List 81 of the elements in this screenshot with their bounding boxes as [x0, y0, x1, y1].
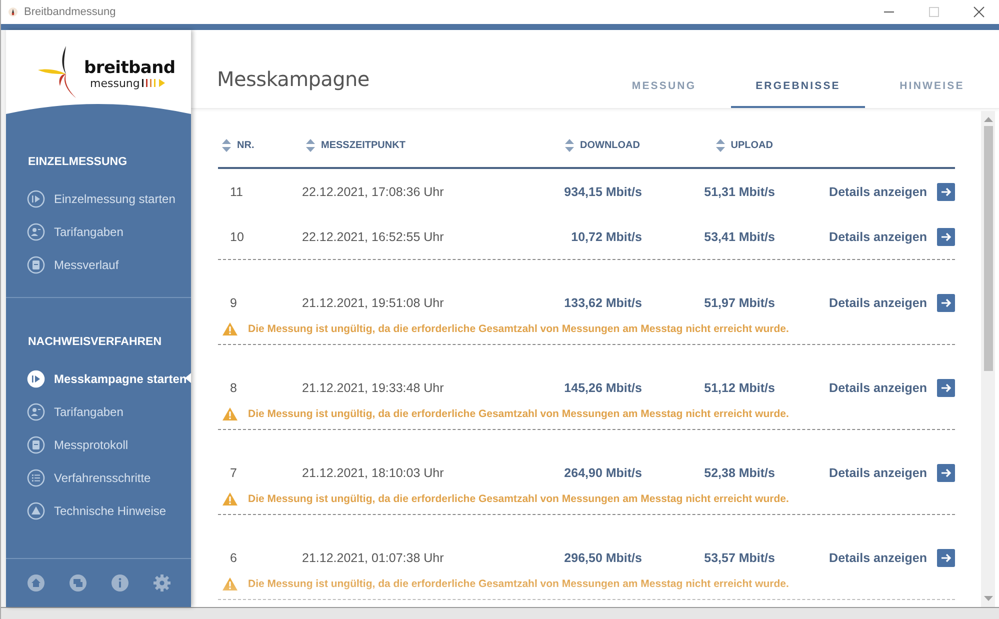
- column-header[interactable]: MESSZEITPUNKT: [321, 140, 406, 150]
- scrollbar[interactable]: [981, 111, 995, 607]
- signal-bars-icon: [142, 78, 166, 88]
- user-icon: [27, 222, 45, 240]
- table-cell-text: 21.12.2021, 01:07:38 Uhr: [302, 551, 445, 565]
- column-header[interactable]: DOWNLOAD: [580, 140, 640, 150]
- warning-icon: [222, 577, 238, 591]
- table-cell-text: 51,31 Mbit/s: [703, 184, 775, 198]
- sort-icon[interactable]: [306, 138, 315, 152]
- details-button[interactable]: Details anzeigen: [829, 464, 955, 482]
- nav-item[interactable]: Technische Hinweise: [6, 494, 191, 527]
- chat-icon[interactable]: [69, 574, 87, 592]
- table-cell-text: 22.12.2021, 17:08:36 Uhr: [302, 184, 445, 198]
- maximize-icon[interactable]: [928, 6, 940, 18]
- warning-icon: [222, 492, 238, 506]
- nav-item[interactable]: Tarifangaben: [6, 395, 191, 428]
- table-cell-text: 11: [229, 184, 244, 198]
- tab[interactable]: ERGEBNISSE: [731, 80, 865, 108]
- table-cell-text: 21.12.2021, 19:33:48 Uhr: [302, 381, 445, 395]
- column-header[interactable]: UPLOAD: [730, 140, 773, 150]
- details-button[interactable]: Details anzeigen: [829, 549, 955, 567]
- table-cell-text: 51,97 Mbit/s: [703, 296, 775, 310]
- table-cell-text: 51,12 Mbit/s: [703, 381, 775, 395]
- warning-message: Die Messung ist ungültig, da die erforderliche Gesamtzahl von Messungen am Messtag nicht erreicht wurde.: [248, 323, 789, 335]
- table-cell-text: 10,72 Mbit/s: [570, 230, 642, 244]
- section-heading: NACHWEISVERFAHREN: [28, 336, 162, 348]
- section-heading: EINZELMESSUNG: [28, 156, 128, 168]
- column-header[interactable]: NR.: [237, 140, 254, 150]
- table-cell-text: 22.12.2021, 16:52:55 Uhr: [302, 230, 445, 244]
- sort-icon[interactable]: [222, 138, 231, 152]
- table-cell-text: 934,15 Mbit/s: [563, 184, 642, 198]
- warning-message: Die Messung ist ungültig, da die erforderliche Gesamtzahl von Messungen am Messtag nicht erreicht wurde.: [248, 408, 789, 420]
- document-icon: [27, 256, 45, 274]
- warning-message: Die Messung ist ungültig, da die erforderliche Gesamtzahl von Messungen am Messtag nicht erreicht wurde.: [248, 493, 789, 505]
- table-cell-text: 53,41 Mbit/s: [703, 230, 775, 244]
- table-cell-text: 21.12.2021, 19:51:08 Uhr: [302, 296, 445, 310]
- scroll-down-icon[interactable]: [984, 596, 992, 602]
- table-cell-text: 10: [229, 230, 245, 244]
- nav-item[interactable]: Messprotokoll: [6, 428, 191, 461]
- details-button[interactable]: Details anzeigen: [829, 182, 955, 200]
- page-title: Messkampagne: [217, 67, 370, 91]
- sort-icon[interactable]: [716, 138, 725, 152]
- table-cell-text: 9: [229, 296, 238, 310]
- scrollbar-thumb[interactable]: [984, 126, 992, 371]
- table-cell-text: 133,62 Mbit/s: [563, 296, 642, 310]
- close-icon[interactable]: [973, 6, 985, 18]
- table-cell-text: 21.12.2021, 18:10:03 Uhr: [302, 466, 445, 480]
- table-cell-text: 7: [229, 466, 238, 480]
- play-icon: [27, 190, 45, 208]
- list-icon: [27, 468, 45, 486]
- details-button[interactable]: Details anzeigen: [829, 228, 955, 246]
- nav-item[interactable]: Einzelmessung starten: [6, 182, 191, 215]
- window-title: Breitbandmessung: [24, 6, 116, 18]
- warning-icon: [222, 322, 238, 336]
- table-cell-text: 53,57 Mbit/s: [703, 551, 775, 565]
- settings-icon[interactable]: [153, 574, 171, 592]
- nav-item[interactable]: Messkampagne starten: [6, 362, 191, 395]
- nav-item[interactable]: Verfahrensschritte: [6, 461, 191, 494]
- logo-title: breitband: [84, 58, 176, 76]
- nav-item[interactable]: Messverlauf: [6, 248, 191, 281]
- info-icon[interactable]: [111, 574, 129, 592]
- document-icon: [27, 436, 45, 454]
- details-button[interactable]: Details anzeigen: [829, 294, 955, 312]
- table-cell-text: 8: [229, 381, 238, 395]
- warning-icon: [222, 407, 238, 421]
- table-cell-text: 6: [229, 551, 238, 565]
- user-icon: [27, 402, 45, 420]
- app-icon: [8, 7, 18, 17]
- table-cell-text: 52,38 Mbit/s: [703, 466, 775, 480]
- warning-message: Die Messung ist ungültig, da die erforderliche Gesamtzahl von Messungen am Messtag nicht erreicht wurde.: [248, 578, 789, 590]
- table-cell-text: 264,90 Mbit/s: [563, 466, 642, 480]
- details-button[interactable]: Details anzeigen: [829, 379, 955, 397]
- nav-item[interactable]: Tarifangaben: [6, 215, 191, 248]
- logo-subtitle: messung: [90, 76, 140, 90]
- play-icon: [27, 370, 45, 388]
- warning-icon: [27, 502, 45, 520]
- table-cell-text: 145,26 Mbit/s: [563, 381, 642, 395]
- home-icon[interactable]: [27, 574, 45, 592]
- sort-icon[interactable]: [565, 138, 574, 152]
- table-cell-text: 296,50 Mbit/s: [563, 551, 642, 565]
- scroll-up-icon[interactable]: [984, 116, 992, 122]
